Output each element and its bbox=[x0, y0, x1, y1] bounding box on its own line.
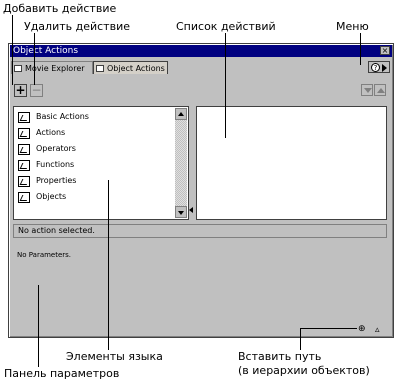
toolbox-list: Basic Actions Actions Operators Function… bbox=[13, 106, 189, 220]
move-down-button[interactable] bbox=[361, 84, 373, 96]
leader-parameters-panel bbox=[38, 285, 39, 367]
toolbox-item[interactable]: Basic Actions bbox=[18, 110, 89, 124]
callout-action-list: Список действий bbox=[176, 20, 276, 33]
tab-object-actions[interactable]: Object Actions bbox=[93, 61, 168, 74]
scroll-up-icon bbox=[178, 112, 184, 116]
toolbox-item-label: Functions bbox=[36, 160, 75, 169]
movie-explorer-icon bbox=[14, 65, 22, 72]
toolbox-item[interactable]: Functions bbox=[18, 158, 74, 172]
toolbox-item-label: Objects bbox=[36, 192, 67, 201]
book-icon bbox=[18, 192, 30, 203]
pane-splitter[interactable] bbox=[189, 202, 194, 220]
callout-menu: Меню bbox=[336, 20, 369, 33]
window-title: Object Actions bbox=[13, 46, 79, 56]
leader-language-elements bbox=[108, 180, 109, 350]
collapse-arrow-icon bbox=[189, 207, 193, 213]
options-menu-button[interactable]: ? bbox=[368, 61, 390, 73]
help-icon: ? bbox=[371, 63, 380, 72]
title-bar: Object Actions × bbox=[10, 45, 392, 57]
leader-insert-path-horizontal bbox=[300, 328, 357, 329]
callout-insert-path: Вставить путь bbox=[238, 350, 322, 363]
scroll-down-button[interactable] bbox=[175, 206, 187, 218]
leader-add-action bbox=[12, 15, 13, 85]
toolbox-item-label: Actions bbox=[36, 128, 66, 137]
toolbox-item-label: Properties bbox=[36, 176, 77, 185]
toolbox-item[interactable]: Properties bbox=[18, 174, 76, 188]
parameters-panel-text: No Parameters. bbox=[17, 251, 72, 259]
status-bar: No action selected. bbox=[13, 224, 387, 238]
leader-menu bbox=[360, 33, 361, 65]
tab-movie-explorer[interactable]: Movie Explorer bbox=[11, 61, 93, 74]
callout-delete-action: Удалить действие bbox=[24, 20, 130, 33]
scroll-up-button[interactable] bbox=[175, 108, 187, 120]
callout-insert-path-sub: (в иерархии объектов) bbox=[238, 364, 370, 377]
arrow-up-icon bbox=[377, 88, 385, 93]
expand-parameters-icon[interactable]: ▵ bbox=[375, 325, 380, 335]
move-up-button[interactable] bbox=[374, 84, 386, 96]
object-actions-window: Object Actions × Movie Explorer Object A… bbox=[8, 43, 394, 338]
leader-insert-path-vertical bbox=[300, 328, 301, 350]
book-icon bbox=[18, 112, 30, 123]
leader-delete-action bbox=[34, 33, 35, 85]
toolbox-item[interactable]: Actions bbox=[18, 126, 65, 140]
toolbox-scrollbar[interactable] bbox=[175, 108, 187, 218]
scroll-down-icon bbox=[178, 211, 184, 215]
book-icon bbox=[18, 176, 30, 187]
tab-label: Object Actions bbox=[107, 64, 165, 73]
callout-parameters-panel: Панель параметров bbox=[4, 367, 120, 380]
toolbox-item[interactable]: Objects bbox=[18, 190, 66, 204]
close-icon[interactable]: × bbox=[380, 46, 390, 55]
object-actions-icon bbox=[96, 65, 104, 72]
callout-add-action: Добавить действие bbox=[3, 2, 117, 15]
callout-language-elements: Элементы языка bbox=[66, 350, 163, 363]
toolbox-item-label: Basic Actions bbox=[36, 112, 89, 121]
delete-action-button[interactable]: − bbox=[30, 84, 43, 97]
book-icon bbox=[18, 144, 30, 155]
toolbox-item-label: Operators bbox=[36, 144, 76, 153]
book-icon bbox=[18, 160, 30, 171]
menu-arrow-icon bbox=[382, 64, 387, 72]
arrow-down-icon bbox=[364, 88, 372, 93]
add-action-button[interactable]: + bbox=[14, 84, 27, 97]
toolbox-item[interactable]: Operators bbox=[18, 142, 76, 156]
insert-target-path-icon[interactable]: ⊕ bbox=[358, 324, 366, 334]
book-icon bbox=[18, 128, 30, 139]
leader-action-list bbox=[225, 33, 226, 138]
